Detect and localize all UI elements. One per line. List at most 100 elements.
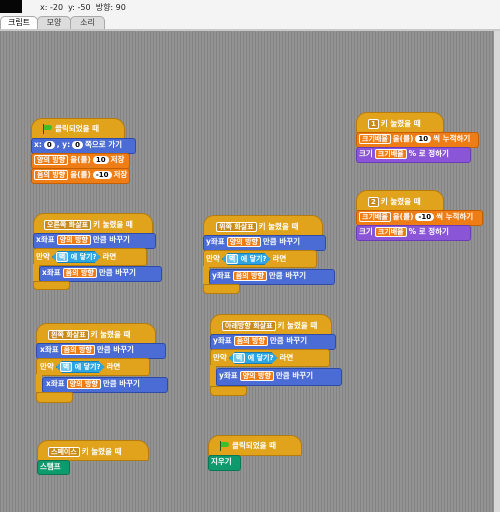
if-prefix: 만약: [213, 353, 227, 362]
size-prefix: 크기: [359, 227, 373, 236]
goto-y-input[interactable]: 0: [72, 141, 83, 149]
touching-dropdown[interactable]: 벽: [60, 362, 72, 372]
size-prefix: 크기: [359, 149, 373, 158]
if-prefix: 만약: [206, 254, 220, 263]
variable-reporter[interactable]: 크기배율: [374, 227, 407, 237]
set-suffix: 저장: [110, 155, 125, 164]
hat-label: 키 눌렸을 때: [380, 119, 421, 128]
change-x-suffix: 만큼 바꾸기: [96, 345, 134, 354]
touching-label: 에 닿기?: [240, 255, 267, 263]
key-dropdown[interactable]: 오른쪽 화살표: [44, 220, 92, 230]
if-end: [36, 392, 73, 403]
variable-reporter[interactable]: 음의 방향: [60, 345, 95, 355]
touching-sensor[interactable]: 벽 에 닿기?: [229, 352, 278, 364]
touching-label: 에 닿기?: [247, 354, 274, 362]
key-dropdown[interactable]: 아래방향 화살표: [222, 321, 276, 331]
change-y-suffix: 만큼 바꾸기: [275, 371, 314, 380]
sprite-info-bar: x: -20 y: -50 방향: 90: [0, 0, 500, 15]
variable-reporter[interactable]: 양의 방향: [239, 371, 274, 381]
set-value-input[interactable]: -10: [92, 171, 112, 179]
variable-reporter[interactable]: 음의 방향: [232, 271, 267, 281]
if-end: [210, 386, 247, 396]
variable-reporter[interactable]: 양의 방향: [226, 237, 261, 247]
change-suffix: 씩 누적하기: [433, 134, 471, 143]
if-end: [203, 284, 240, 294]
touching-label: 에 닿기?: [74, 363, 101, 371]
sprite-thumbnail[interactable]: [0, 0, 22, 13]
variable-reporter[interactable]: 양의 방향: [66, 379, 101, 389]
key-dropdown[interactable]: 스페이스: [48, 447, 80, 457]
variable-reporter[interactable]: 크기배율: [374, 149, 407, 159]
touching-sensor[interactable]: 벽 에 닿기?: [222, 253, 271, 265]
hat-label: 키 눌렸을 때: [81, 447, 122, 456]
change-x-suffix: 만큼 바꾸기: [92, 235, 130, 244]
change-value-input[interactable]: -10: [415, 213, 435, 221]
variable-dropdown[interactable]: 양의 방향: [34, 155, 69, 165]
set-mid: 을(를): [70, 170, 91, 179]
touching-label: 에 닿기?: [70, 253, 97, 261]
touching-dropdown[interactable]: 벽: [56, 252, 68, 262]
key-dropdown[interactable]: 2: [368, 197, 379, 207]
touching-dropdown[interactable]: 벽: [226, 254, 238, 264]
variable-reporter[interactable]: 음의 방향: [233, 336, 268, 346]
key-dropdown[interactable]: 1: [368, 119, 379, 129]
change-x-prefix: x좌표: [46, 379, 65, 388]
touching-dropdown[interactable]: 벽: [233, 353, 245, 363]
change-x-prefix: x좌표: [40, 345, 59, 354]
change-y-prefix: y좌표: [213, 336, 232, 345]
touching-sensor[interactable]: 벽 에 닿기?: [52, 251, 101, 263]
touching-sensor[interactable]: 벽 에 닿기?: [56, 361, 105, 373]
change-x-prefix: x좌표: [36, 235, 55, 244]
tab-costumes[interactable]: 모양: [37, 16, 71, 29]
change-x-suffix: 만큼 바꾸기: [102, 379, 140, 388]
change-y-suffix: 만큼 바꾸기: [268, 271, 307, 280]
set-suffix: 저장: [113, 170, 128, 179]
editor-tabs: 크립트 모양 소리: [0, 15, 500, 31]
key-dropdown[interactable]: 왼쪽 화살표: [48, 330, 89, 340]
if-suffix: 라면: [106, 362, 121, 371]
size-suffix: % 로 정하기: [408, 227, 449, 236]
variable-reporter[interactable]: 양의 방향: [56, 235, 91, 245]
goto-x-input[interactable]: 0: [43, 141, 55, 149]
hat-label: 키 눌렸을 때: [93, 220, 133, 229]
if-suffix: 라면: [102, 252, 117, 261]
change-y-suffix: 만큼 바꾸기: [269, 336, 308, 345]
if-prefix: 만약: [40, 362, 54, 371]
green-flag-icon: [42, 124, 53, 134]
variable-dropdown[interactable]: 크기배율: [359, 212, 391, 222]
change-y-prefix: y좌표: [212, 271, 231, 280]
goto-suffix: 쪽으로 가기: [84, 140, 123, 149]
if-end: [33, 281, 70, 290]
direction-readout: 방향: 90: [95, 3, 126, 12]
hat-label: 키 눌렸을 때: [277, 321, 318, 330]
y-readout: y: -50: [68, 3, 91, 12]
hat-label: 키 눌렸을 때: [90, 330, 131, 339]
variable-reporter[interactable]: 음의 방향: [62, 268, 97, 278]
variable-dropdown[interactable]: 음의 방향: [34, 170, 69, 180]
change-y-suffix: 만큼 바꾸기: [262, 237, 301, 246]
goto-y-label: , y:: [56, 140, 71, 149]
change-mid: 을(를): [392, 212, 414, 221]
key-dropdown[interactable]: 위쪽 화살표: [216, 222, 257, 232]
vertical-scrollbar[interactable]: [494, 31, 500, 512]
clear-label: 지우기: [211, 457, 232, 466]
hat-label: 키 눌렸을 때: [380, 197, 421, 206]
change-y-prefix: y좌표: [206, 237, 225, 246]
change-suffix: 씩 누적하기: [436, 212, 474, 221]
variable-dropdown[interactable]: 크기배율: [359, 134, 391, 144]
change-value-input[interactable]: 10: [415, 135, 432, 143]
change-y-prefix: y좌표: [219, 371, 238, 380]
set-mid: 을(를): [70, 155, 91, 164]
hat-label: 클릭되었을 때: [55, 124, 100, 133]
sprite-coordinates: x: -20 y: -50 방향: 90: [40, 2, 126, 13]
size-suffix: % 로 정하기: [408, 149, 449, 158]
hat-label: 키 눌렸을 때: [258, 222, 299, 231]
if-prefix: 만약: [36, 252, 50, 261]
x-readout: x: -20: [40, 3, 64, 12]
if-suffix: 라면: [279, 353, 294, 362]
set-value-input[interactable]: 10: [92, 156, 109, 164]
change-mid: 을(를): [392, 134, 414, 143]
hat-label: 클릭되었을 때: [232, 441, 277, 450]
tab-scripts[interactable]: 크립트: [0, 16, 38, 29]
tab-sounds[interactable]: 소리: [70, 16, 105, 29]
